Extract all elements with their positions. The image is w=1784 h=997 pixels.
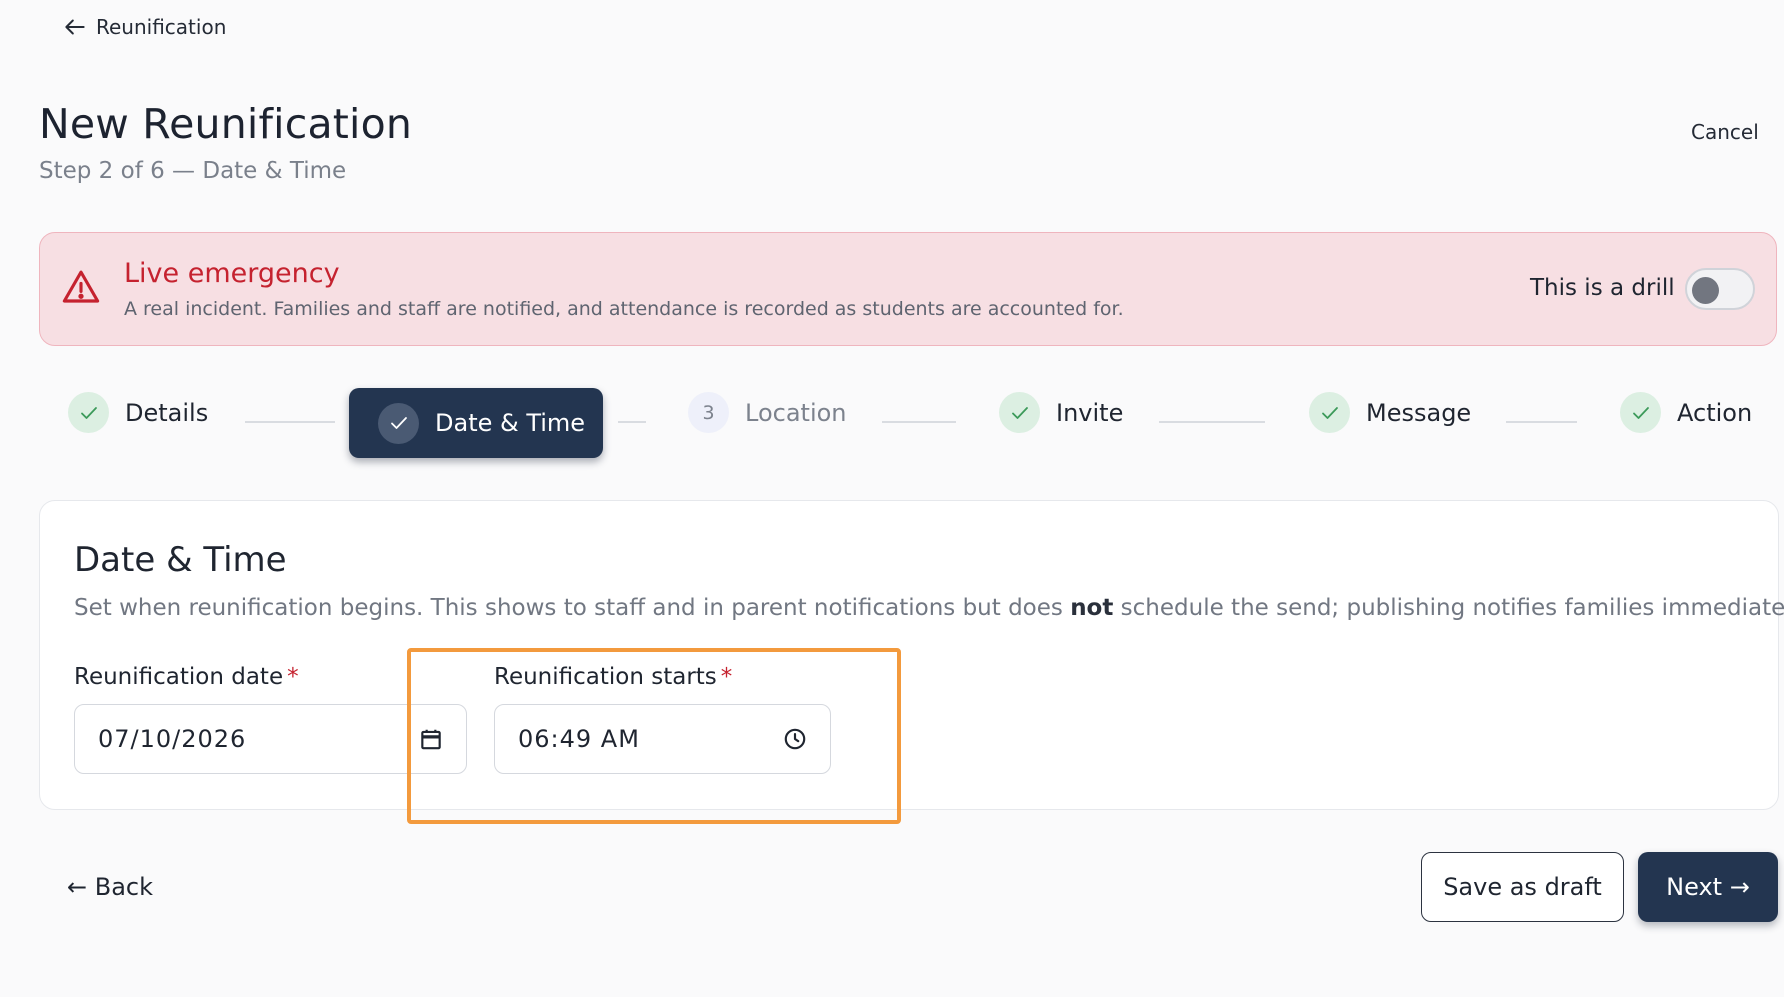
drill-toggle-label: This is a drill (1530, 275, 1675, 301)
check-icon (1011, 406, 1028, 419)
card-description: Set when reunification begins. This show… (74, 595, 1784, 621)
date-input-value: 07/10/2026 (98, 725, 247, 753)
step-complete-badge (999, 392, 1040, 433)
emergency-alert-banner (39, 232, 1777, 346)
page-subtitle: Step 2 of 6 — Date & Time (39, 158, 347, 184)
drill-toggle-knob (1692, 277, 1719, 304)
step-label: Location (745, 398, 847, 427)
step-action[interactable]: Action (1620, 392, 1752, 433)
step-connector (245, 421, 335, 423)
date-field-label: Reunification date * (74, 664, 299, 690)
card-description-text: Set when reunification begins. This show… (74, 595, 1071, 621)
step-complete-badge (1620, 392, 1661, 433)
check-icon (390, 417, 407, 429)
step-message[interactable]: Message (1309, 392, 1471, 433)
arrow-left-icon (65, 19, 85, 35)
date-field-label-text: Reunification date (74, 664, 284, 690)
warning-triangle-icon (62, 270, 100, 303)
check-icon (80, 406, 97, 419)
step-label: Message (1366, 398, 1472, 427)
step-connector (882, 421, 956, 423)
required-mark: * (287, 664, 299, 690)
breadcrumb-back-link[interactable]: Reunification (62, 14, 226, 40)
highlight-box (407, 648, 901, 824)
step-connector (618, 421, 646, 423)
step-location[interactable]: 3 Location (688, 392, 847, 433)
step-invite[interactable]: Invite (999, 392, 1123, 433)
next-button[interactable]: Next → (1638, 852, 1778, 922)
alert-title: Live emergency (124, 258, 340, 289)
step-connector (1506, 421, 1577, 423)
back-button[interactable]: ← Back (67, 873, 153, 901)
drill-toggle[interactable] (1685, 268, 1755, 310)
step-connector (1159, 421, 1265, 423)
step-date-time[interactable]: Date & Time (349, 388, 603, 458)
step-details[interactable]: Details (68, 392, 208, 433)
alert-description: A real incident. Families and staff are … (124, 298, 1124, 320)
step-number-badge: 3 (688, 392, 729, 433)
card-description-emphasis: not (1070, 595, 1114, 621)
page-title: New Reunification (39, 100, 413, 148)
step-complete-badge (1309, 392, 1350, 433)
step-label: Action (1677, 398, 1753, 427)
breadcrumb-label: Reunification (96, 15, 227, 39)
cancel-button[interactable]: Cancel (1691, 120, 1759, 144)
step-complete-badge (68, 392, 109, 433)
card-title: Date & Time (74, 540, 287, 580)
save-draft-button[interactable]: Save as draft (1421, 852, 1624, 922)
check-icon (1321, 406, 1338, 419)
step-label: Date & Time (435, 409, 586, 437)
check-icon (1632, 406, 1649, 419)
step-label: Invite (1056, 398, 1124, 427)
step-active-badge (378, 402, 419, 444)
step-label: Details (125, 398, 209, 427)
card-description-text-end: schedule the send; publishing notifies f… (1113, 595, 1784, 621)
